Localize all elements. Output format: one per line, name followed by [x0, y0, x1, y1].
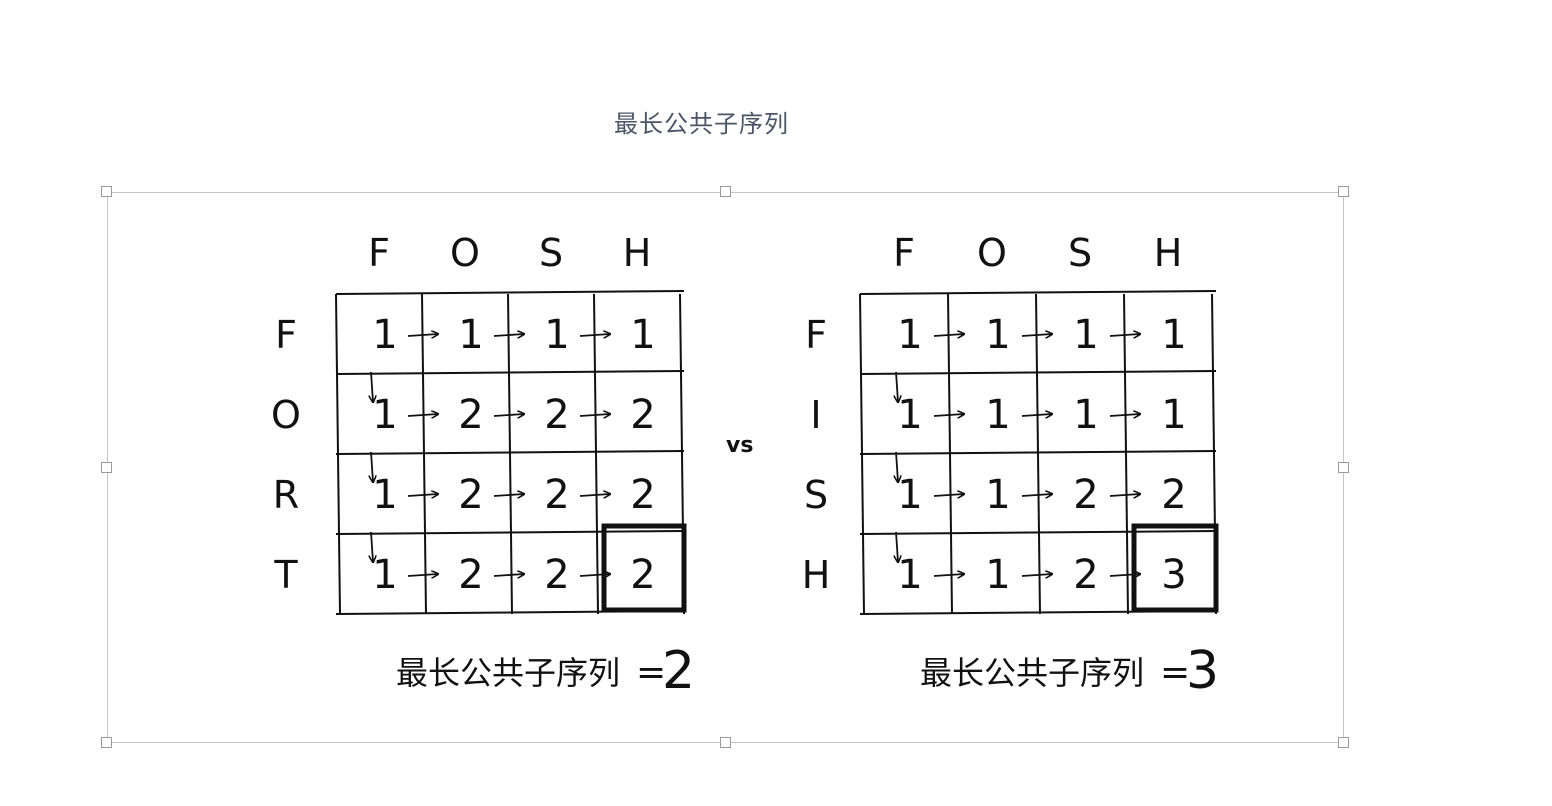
resize-handle-top-right[interactable] — [1338, 186, 1349, 197]
cell-value: 1 — [1161, 312, 1186, 358]
cell-value: 3 — [1161, 552, 1186, 598]
resize-handle-bottom-center[interactable] — [720, 737, 731, 748]
resize-handle-bottom-left[interactable] — [101, 737, 112, 748]
col-header: F — [893, 231, 915, 275]
result-label: 最长公共子序列 — [396, 654, 620, 692]
row-header: H — [802, 553, 831, 597]
resize-handle-top-center[interactable] — [720, 186, 731, 197]
resize-handle-middle-right[interactable] — [1338, 462, 1349, 473]
resize-handle-top-left[interactable] — [101, 186, 112, 197]
cell-value: 1 — [544, 312, 569, 358]
cell-value: 2 — [458, 392, 483, 438]
cell-value: 1 — [1161, 392, 1186, 438]
resize-handle-bottom-right[interactable] — [1338, 737, 1349, 748]
image-caption: 最长公共子序列 — [614, 110, 789, 138]
cell-value: 2 — [544, 552, 569, 598]
cell-value: 2 — [1161, 472, 1186, 518]
cell-value: 2 — [630, 472, 655, 518]
col-header: O — [450, 231, 480, 275]
vs-label: vs — [726, 433, 753, 458]
col-header: F — [368, 231, 390, 275]
cell-value: 1 — [458, 312, 483, 358]
cell-value: 2 — [1073, 552, 1098, 598]
cell-value: 1 — [1073, 312, 1098, 358]
col-header: O — [977, 231, 1007, 275]
cell-value: 1 — [372, 552, 397, 598]
col-header: S — [539, 231, 563, 275]
cell-value: 1 — [985, 392, 1010, 438]
cell-value: 2 — [458, 472, 483, 518]
row-header: I — [810, 393, 821, 437]
cell-value: 2 — [630, 392, 655, 438]
cell-value: 1 — [897, 312, 922, 358]
resize-handle-middle-left[interactable] — [101, 462, 112, 473]
cell-value: 1 — [372, 392, 397, 438]
result-label: 最长公共子序列 — [920, 654, 1144, 692]
row-header: T — [273, 553, 298, 597]
cell-value: 2 — [630, 552, 655, 598]
row-header: R — [273, 473, 299, 517]
row-header: S — [804, 473, 828, 517]
row-header: O — [271, 393, 301, 437]
cell-value: 2 — [458, 552, 483, 598]
cell-value: 1 — [985, 472, 1010, 518]
cell-value: 1 — [630, 312, 655, 358]
lcs-sketch-image: F O S HFORT1 1 1 11 2 2 21 2 2 21 2 2 2最长公共子序列 =2 vs FOS… — [236, 210, 1246, 720]
col-header: H — [1154, 231, 1183, 275]
cell-value: 1 — [897, 472, 922, 518]
cell-value: 1 — [372, 312, 397, 358]
result-value: 2 — [662, 641, 695, 701]
col-header: H — [623, 231, 652, 275]
cell-value: 1 — [897, 552, 922, 598]
cell-value: 1 — [985, 552, 1010, 598]
row-header: F — [805, 313, 827, 357]
cell-value: 1 — [1073, 392, 1098, 438]
cell-value: 2 — [1073, 472, 1098, 518]
cell-value: 1 — [985, 312, 1010, 358]
cell-value: 2 — [544, 472, 569, 518]
cell-value: 1 — [372, 472, 397, 518]
result-value: 3 — [1186, 641, 1219, 701]
cell-value: 1 — [897, 392, 922, 438]
row-header: F — [275, 313, 297, 357]
col-header: S — [1068, 231, 1092, 275]
cell-value: 2 — [544, 392, 569, 438]
